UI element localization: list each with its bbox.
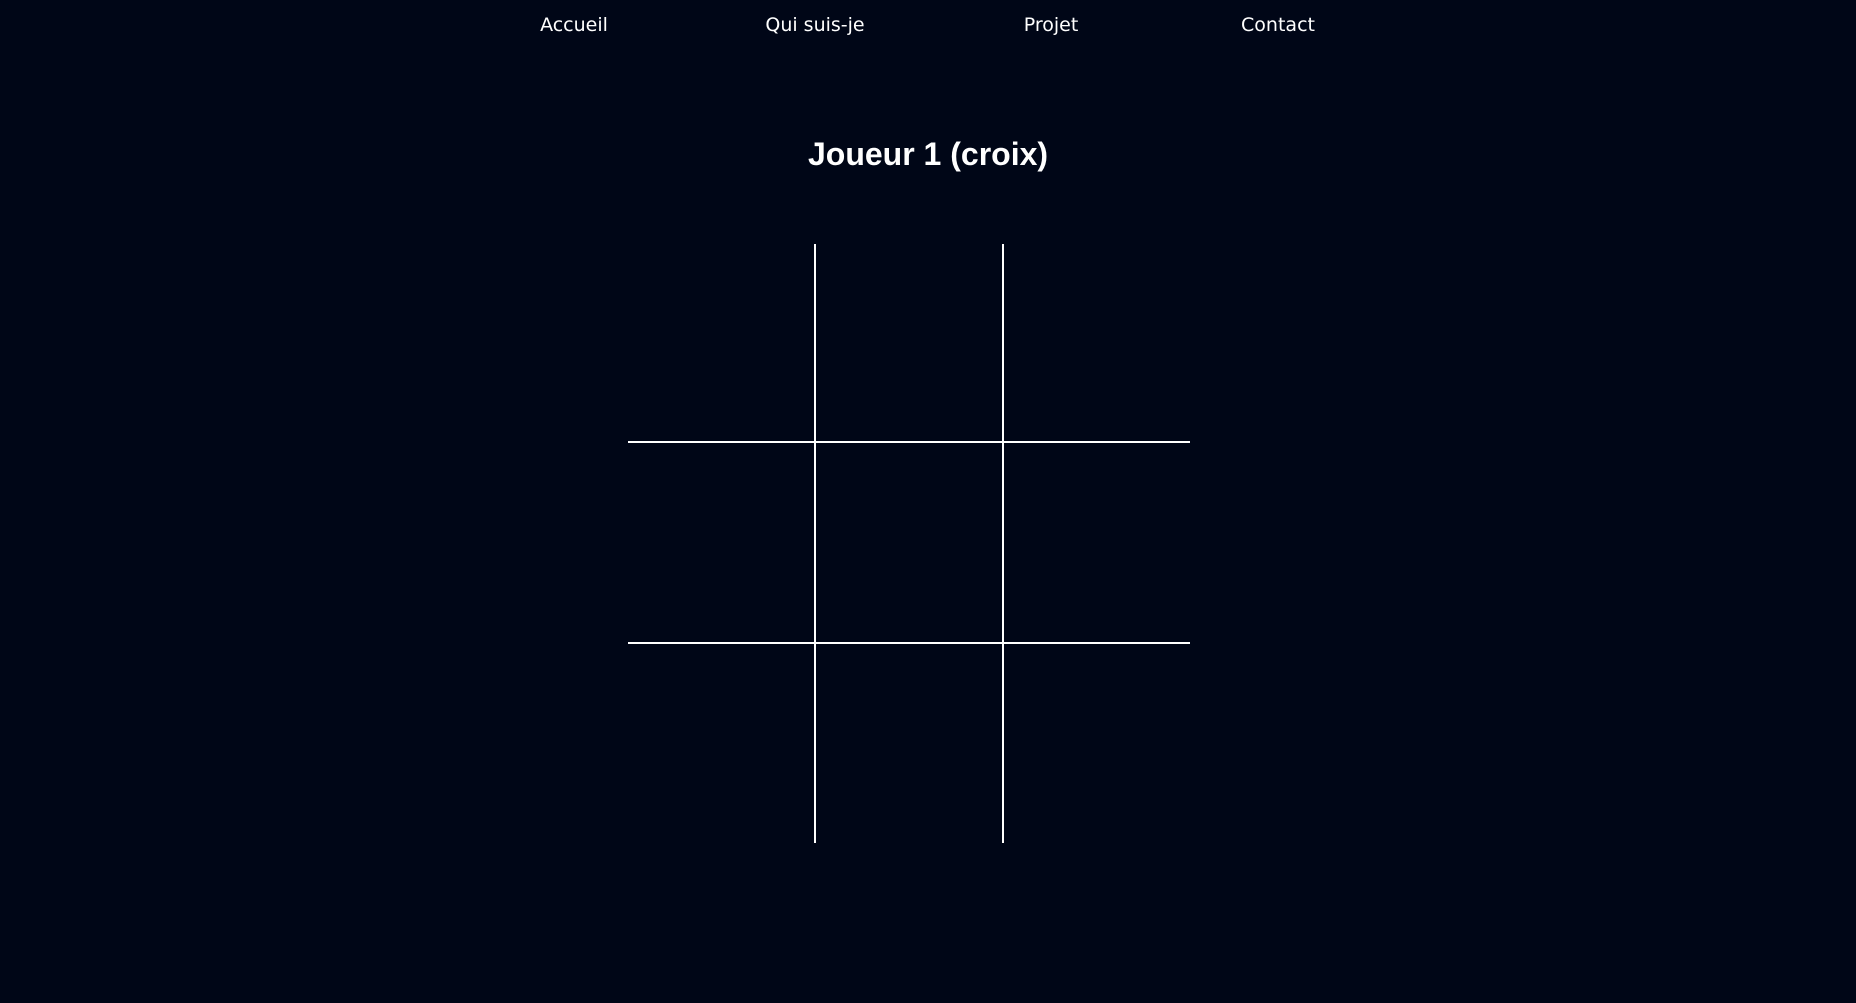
board-cell-3[interactable] [1004,244,1190,442]
board-cell-8[interactable] [816,644,1002,843]
board-cell-5[interactable] [816,443,1002,643]
board-cell-9[interactable] [1004,644,1190,843]
tic-tac-toe-board [628,244,1190,843]
board-cell-1[interactable] [628,244,815,442]
board-cell-6[interactable] [1004,443,1190,643]
top-navigation: Accueil Qui suis-je Projet Contact [0,0,1856,56]
board-cell-4[interactable] [628,443,815,643]
nav-link-projet[interactable]: Projet [1024,14,1079,36]
board-cell-2[interactable] [816,244,1002,442]
nav-link-qui-suis-je[interactable]: Qui suis-je [765,14,864,36]
current-player-title: Joueur 1 (croix) [807,136,1049,172]
nav-link-accueil[interactable]: Accueil [540,14,608,36]
nav-link-contact[interactable]: Contact [1241,14,1315,36]
board-cell-7[interactable] [628,644,815,843]
